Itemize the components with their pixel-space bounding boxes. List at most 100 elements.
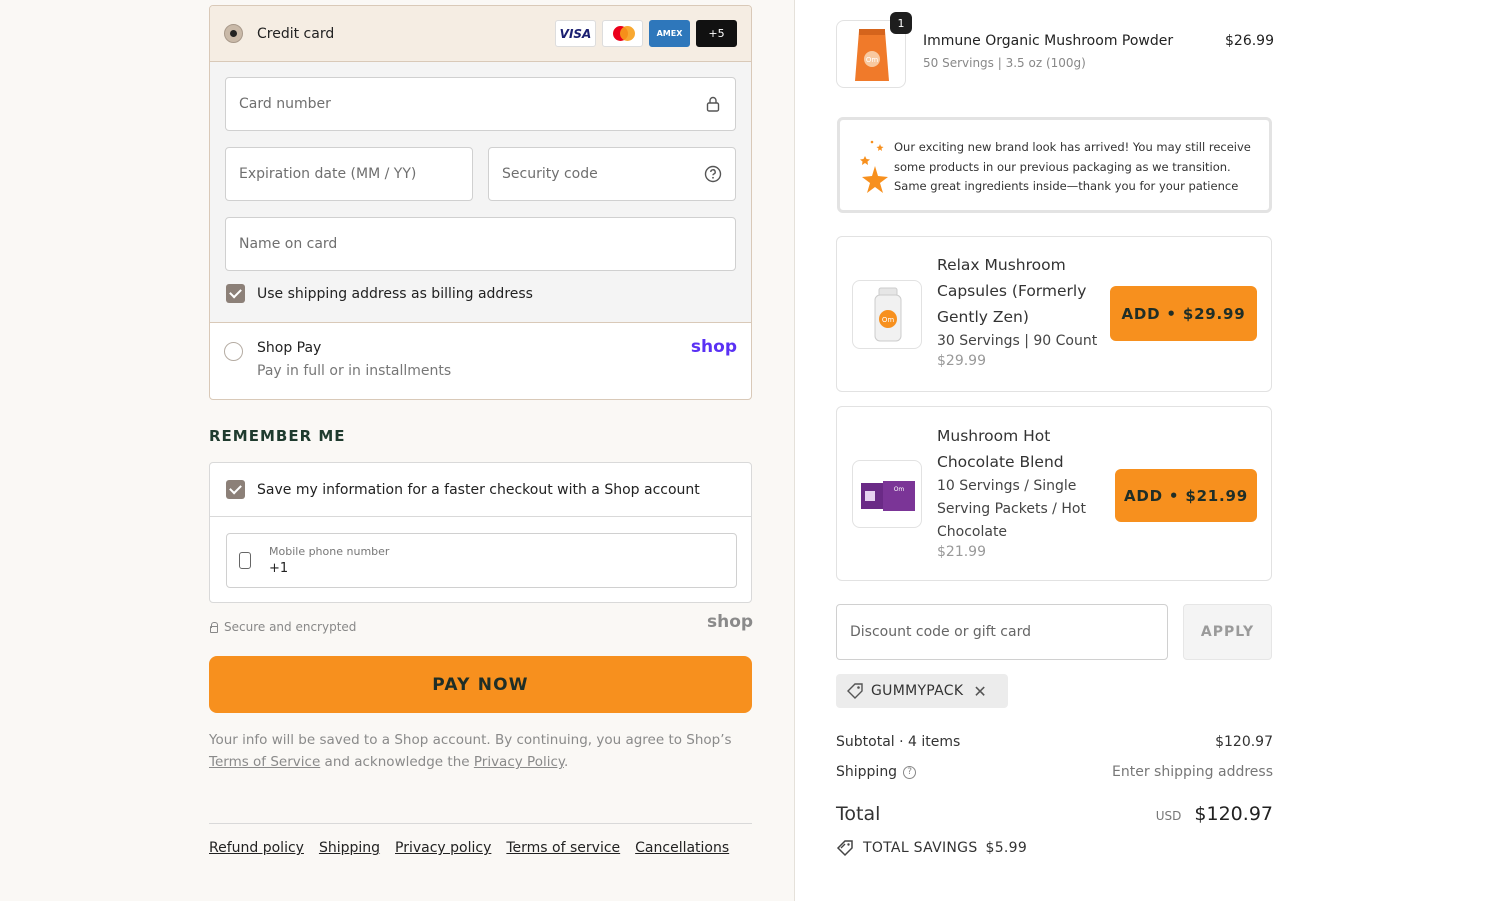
billing-same-row[interactable]: Use shipping address as billing address bbox=[226, 284, 533, 303]
add-upsell-button[interactable]: ADD • $29.99 bbox=[1110, 286, 1257, 341]
legal-middle: and acknowledge the bbox=[324, 754, 470, 770]
credit-card-label: Credit card bbox=[257, 25, 335, 42]
lock-icon bbox=[704, 95, 722, 113]
mobile-phone-icon bbox=[239, 552, 251, 569]
shop-pay-option[interactable]: Shop Pay Pay in full or in installments … bbox=[210, 323, 751, 399]
shop-pay-radio[interactable] bbox=[224, 342, 243, 361]
product-variant: 50 Servings | 3.5 oz (100g) bbox=[923, 56, 1086, 70]
lock-icon bbox=[210, 621, 218, 633]
remove-discount-close-icon[interactable]: ✕ bbox=[973, 682, 987, 701]
save-info-label: Save my information for a faster checkou… bbox=[257, 481, 700, 498]
remember-me-heading: REMEMBER ME bbox=[209, 427, 346, 445]
apply-discount-button[interactable]: APPLY bbox=[1183, 604, 1272, 660]
mobile-phone-field[interactable]: Mobile phone number +1 bbox=[226, 533, 737, 588]
shop-pay-title: Shop Pay bbox=[257, 340, 322, 356]
upsell-card-relax: Om Relax Mushroom Capsules (Formerly Gen… bbox=[836, 236, 1272, 392]
upsell-title-line: Capsules (Formerly bbox=[937, 282, 1087, 300]
shipping-help-icon[interactable]: ? bbox=[903, 765, 917, 779]
upsell-price: $29.99 bbox=[937, 353, 986, 369]
upsell-title-line: Mushroom Hot bbox=[937, 427, 1051, 445]
upsell-price: $21.99 bbox=[937, 544, 986, 560]
name-on-card-placeholder: Name on card bbox=[239, 236, 338, 252]
savings-tag-icon bbox=[836, 839, 854, 857]
expiration-placeholder: Expiration date (MM / YY) bbox=[239, 166, 417, 182]
shipping-label: Shipping bbox=[836, 764, 898, 780]
notice-line-3: Same great ingredients inside—thank you … bbox=[894, 179, 1239, 193]
credit-card-option[interactable]: Credit card VISA AMEX +5 bbox=[210, 6, 751, 62]
privacy-policy-link[interactable]: Privacy Policy bbox=[474, 754, 564, 770]
visa-icon: VISA bbox=[555, 20, 596, 47]
total-row: Total USD $120.97 bbox=[836, 803, 1273, 825]
secure-text: Secure and encrypted bbox=[224, 620, 357, 634]
upsell-thumbnail: Om bbox=[852, 460, 922, 528]
applied-discount-code: GUMMYPACK bbox=[871, 683, 964, 699]
expiration-field[interactable]: Expiration date (MM / YY) bbox=[225, 147, 473, 201]
footer-divider bbox=[209, 823, 752, 824]
mastercard-icon bbox=[602, 20, 643, 47]
upsell-card-hot-chocolate: Om Mushroom Hot Chocolate Blend 10 Servi… bbox=[836, 406, 1272, 581]
more-cards-badge: +5 bbox=[696, 20, 737, 47]
svg-text:Om: Om bbox=[882, 316, 895, 324]
total-label: Total bbox=[836, 803, 881, 825]
shipping-row: Shipping ? Enter shipping address bbox=[836, 764, 1273, 780]
card-logos: VISA AMEX +5 bbox=[555, 20, 737, 47]
upsell-subtitle-line: 10 Servings / Single bbox=[937, 478, 1077, 494]
save-info-checkbox[interactable] bbox=[226, 480, 245, 499]
secure-note: Secure and encrypted bbox=[210, 620, 356, 634]
shop-pay-logo: shop bbox=[690, 337, 737, 357]
shop-pay-subtitle: Pay in full or in installments bbox=[257, 363, 452, 379]
total-savings: TOTAL SAVINGS $5.99 bbox=[836, 839, 1027, 857]
billing-same-checkbox[interactable] bbox=[226, 284, 245, 303]
save-info-row[interactable]: Save my information for a faster checkou… bbox=[210, 463, 751, 517]
legal-suffix: . bbox=[563, 754, 569, 770]
payment-methods: Credit card VISA AMEX +5 Card number Exp… bbox=[209, 5, 752, 400]
amex-icon: AMEX bbox=[649, 20, 690, 47]
upsell-title-line: Chocolate Blend bbox=[937, 453, 1064, 471]
upsell-subtitle-line: Serving Packets / Hot bbox=[937, 501, 1086, 517]
sparkle-icon bbox=[860, 140, 888, 193]
notice-line-1: Our exciting new brand look has arrived!… bbox=[894, 140, 1251, 154]
security-code-placeholder: Security code bbox=[502, 166, 598, 182]
mobile-phone-value: +1 bbox=[269, 561, 289, 576]
svg-text:Om: Om bbox=[866, 56, 879, 64]
card-number-placeholder: Card number bbox=[239, 96, 331, 112]
savings-value: $5.99 bbox=[985, 840, 1028, 856]
footer-link-shipping[interactable]: Shipping bbox=[319, 840, 380, 856]
checkout-form-pane: Credit card VISA AMEX +5 Card number Exp… bbox=[0, 0, 795, 901]
credit-card-radio[interactable] bbox=[224, 24, 243, 43]
applied-discount-chip: GUMMYPACK ✕ bbox=[836, 674, 1008, 708]
mobile-phone-label: Mobile phone number bbox=[269, 545, 390, 558]
legal-notice: Your info will be saved to a Shop accoun… bbox=[209, 729, 749, 773]
tag-icon bbox=[846, 682, 864, 700]
billing-same-label: Use shipping address as billing address bbox=[257, 285, 533, 302]
footer-link-privacy-policy[interactable]: Privacy policy bbox=[395, 840, 491, 856]
footer-link-refund-policy[interactable]: Refund policy bbox=[209, 840, 304, 856]
pay-now-button[interactable]: PAY NOW bbox=[209, 656, 752, 713]
footer-link-cancellations[interactable]: Cancellations bbox=[635, 840, 729, 856]
help-circle-icon[interactable] bbox=[704, 165, 722, 183]
name-on-card-field[interactable]: Name on card bbox=[225, 217, 736, 271]
upsell-title-line: Gently Zen) bbox=[937, 308, 1029, 326]
product-price: $26.99 bbox=[1225, 33, 1274, 49]
quantity-badge: 1 bbox=[890, 12, 912, 34]
add-upsell-button[interactable]: ADD • $21.99 bbox=[1115, 469, 1257, 522]
upsell-subtitle-line: Chocolate bbox=[937, 524, 1008, 540]
footer-links: Refund policy Shipping Privacy policy Te… bbox=[209, 840, 729, 856]
upsell-subtitle: 30 Servings | 90 Count bbox=[937, 333, 1098, 349]
subtotal-row: Subtotal · 4 items $120.97 bbox=[836, 734, 1273, 750]
svg-text:Om: Om bbox=[894, 486, 905, 493]
security-code-field[interactable]: Security code bbox=[488, 147, 736, 201]
notice-line-2: some products in our previous packaging … bbox=[894, 159, 1231, 174]
currency-code: USD bbox=[1155, 809, 1182, 823]
total-value: $120.97 bbox=[1194, 803, 1273, 825]
shop-logo: shop bbox=[707, 612, 754, 632]
remember-me-box: Save my information for a faster checkou… bbox=[209, 462, 752, 603]
upsell-title-line: Relax Mushroom bbox=[937, 256, 1066, 274]
card-number-field[interactable]: Card number bbox=[225, 77, 736, 131]
product-name: Immune Organic Mushroom Powder bbox=[923, 33, 1174, 49]
discount-code-input[interactable]: Discount code or gift card bbox=[836, 604, 1168, 660]
footer-link-terms-of-service[interactable]: Terms of service bbox=[506, 840, 620, 856]
terms-of-service-link[interactable]: Terms of Service bbox=[209, 754, 320, 770]
subtotal-label: Subtotal · 4 items bbox=[836, 734, 961, 750]
brand-notice: Our exciting new brand look has arrived!… bbox=[837, 117, 1272, 213]
